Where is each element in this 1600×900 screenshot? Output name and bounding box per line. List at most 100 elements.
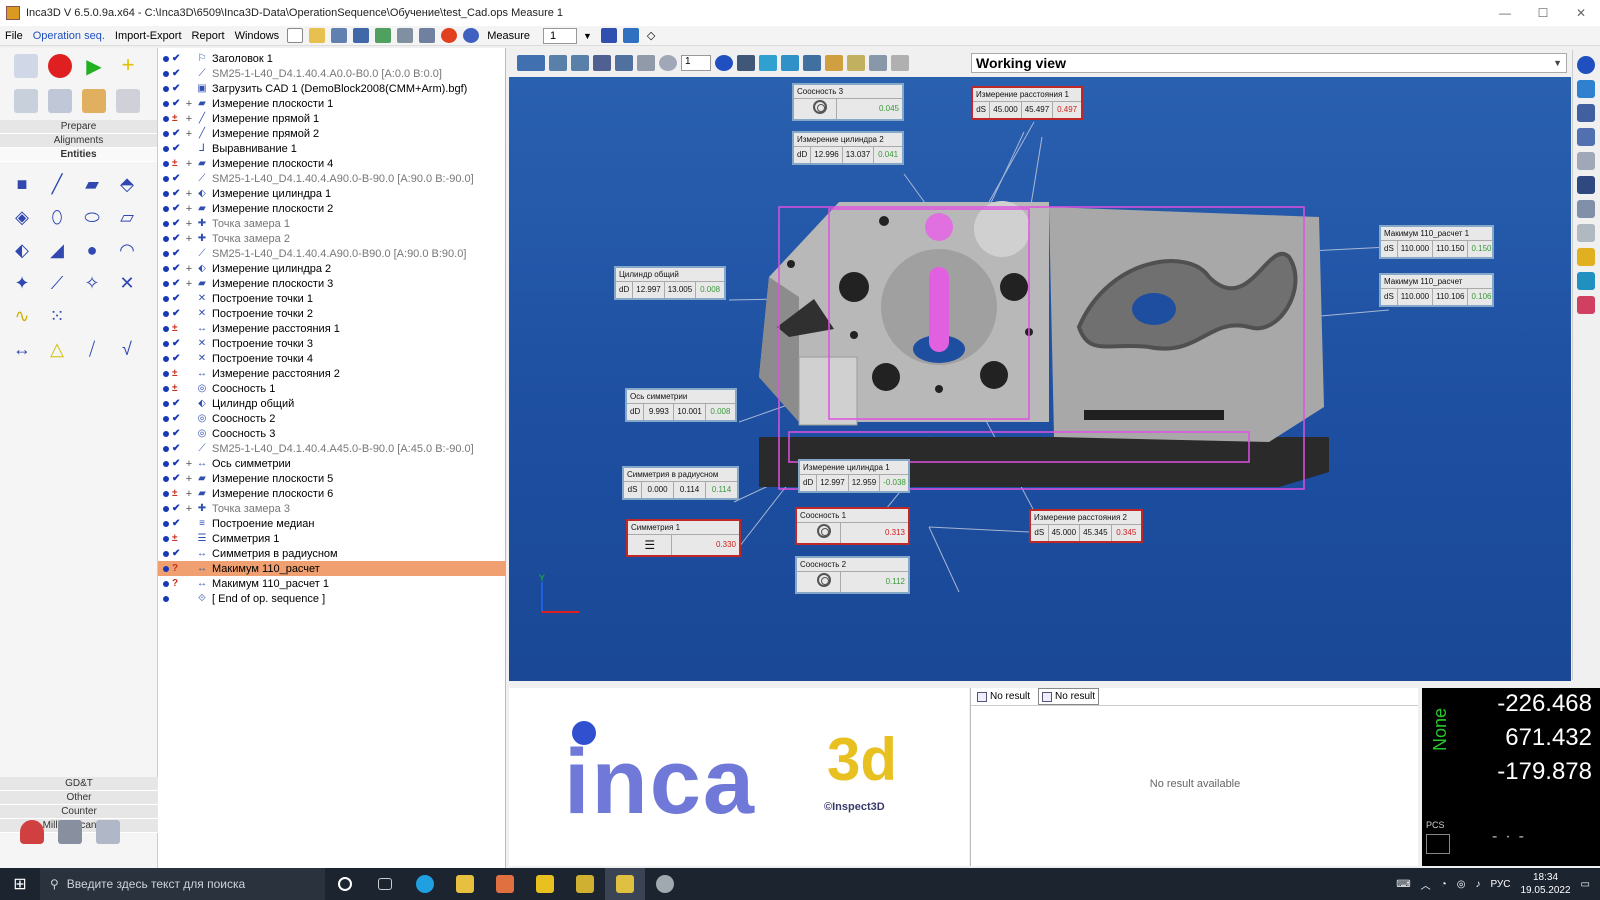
network-icon[interactable]: [1577, 296, 1595, 314]
formula-icon[interactable]: √: [115, 337, 139, 361]
tree-row[interactable]: ✔ ✕ Построение точки 3: [158, 336, 506, 351]
category-other[interactable]: Other: [0, 791, 158, 805]
clock[interactable]: 18:34 19.05.2022: [1520, 871, 1570, 897]
expand-icon[interactable]: +: [182, 98, 196, 110]
measurement-label[interactable]: Соосность 2 0.112: [795, 556, 910, 594]
plane-up-icon[interactable]: ⬘: [115, 172, 139, 196]
cube-icon[interactable]: [1577, 176, 1595, 194]
active-dot-icon[interactable]: [163, 85, 169, 92]
tree-row[interactable]: ✔ + ╱ Измерение прямой 2: [158, 126, 506, 141]
tree-row[interactable]: ? ↔ Макимум 110_расчет: [158, 561, 506, 576]
expand-icon[interactable]: +: [182, 503, 196, 515]
measurement-label[interactable]: Измерение расстояния 2 dS 45.000 45.345 0.34…: [1029, 509, 1143, 543]
tree-row[interactable]: ± + ╱ Измерение прямой 1: [158, 111, 506, 126]
active-dot-icon[interactable]: [163, 445, 169, 452]
active-dot-icon[interactable]: [163, 580, 169, 587]
ellipse-icon[interactable]: ⬯: [45, 205, 69, 229]
tree-row[interactable]: ✔ ✕ Построение точки 1: [158, 291, 506, 306]
move-view-icon[interactable]: [1577, 128, 1595, 146]
tree-row[interactable]: ? ↔ Макимум 110_расчет 1: [158, 576, 506, 591]
chevron-down-icon[interactable]: ▼: [1553, 54, 1562, 72]
measurement-label[interactable]: Соосность 3 0.045: [792, 83, 904, 121]
active-dot-icon[interactable]: [163, 490, 169, 497]
pointer-icon[interactable]: [1577, 224, 1595, 242]
tree-row[interactable]: ✔ ⟋ SM25-1-L40_D4.1.40.4.A90.0-B90.0 [A:90…: [158, 246, 506, 261]
sun-icon[interactable]: [82, 89, 106, 113]
app-icon-3[interactable]: [565, 868, 605, 900]
move-icon[interactable]: [549, 55, 567, 71]
active-dot-icon[interactable]: [163, 415, 169, 422]
tree-row[interactable]: ✔ + ✚ Точка замера 3: [158, 501, 506, 516]
grid-icon[interactable]: [331, 28, 348, 43]
tree-row[interactable]: ± + ▰ Измерение плоскости 6: [158, 486, 506, 501]
active-dot-icon[interactable]: [163, 460, 169, 467]
tree-row[interactable]: ✔ ▣ Загрузить CAD 1 (DemoBlock2008(CMM+Arm…: [158, 81, 506, 96]
user-icon[interactable]: [20, 820, 44, 844]
axes-icon[interactable]: [1577, 104, 1595, 122]
render-icon[interactable]: [847, 55, 865, 71]
cone-icon[interactable]: ◢: [45, 238, 69, 262]
active-dot-icon[interactable]: [163, 70, 169, 77]
tree-row[interactable]: ✔ ⬖ Цилиндр общий: [158, 396, 506, 411]
zoom-field[interactable]: 1: [681, 55, 711, 71]
tree-row[interactable]: ✔ ⟋ SM25-1-L40_D4.1.40.4.A45.0-B-90.0 [A:4…: [158, 441, 506, 456]
record-icon[interactable]: [48, 54, 72, 78]
tree-row[interactable]: ✔ ✕ Построение точки 4: [158, 351, 506, 366]
inca3d-taskbar-icon[interactable]: [605, 868, 645, 900]
results-tab-1[interactable]: No result: [977, 688, 1030, 705]
tree-row[interactable]: ✔ + ⬖ Измерение цилиндра 1: [158, 186, 506, 201]
notifications-icon[interactable]: ▭: [1581, 879, 1590, 890]
menu-import-export[interactable]: Import-Export: [110, 26, 187, 46]
expand-icon[interactable]: +: [182, 113, 196, 125]
forward-icon[interactable]: [715, 55, 733, 71]
parallel-icon[interactable]: ⧸: [80, 337, 104, 361]
active-dot-icon[interactable]: [163, 235, 169, 242]
measurement-label[interactable]: Макимум 110_расчет dS 110.000 110.106 0.106: [1379, 273, 1494, 307]
taskbar-search[interactable]: ⚲ Введите здесь текст для поиска: [40, 868, 325, 900]
category-gdt[interactable]: GD&T: [0, 777, 158, 791]
expand-icon[interactable]: +: [182, 488, 196, 500]
view-top-icon[interactable]: [781, 55, 799, 71]
cross-icon[interactable]: ✕: [115, 271, 139, 295]
torus-icon[interactable]: ◠: [115, 238, 139, 262]
rotate-icon[interactable]: [571, 55, 589, 71]
active-dot-icon[interactable]: [163, 265, 169, 272]
lock-icon[interactable]: [891, 55, 909, 71]
windows-start-icon[interactable]: ⊞: [0, 868, 40, 900]
arrow-right-icon[interactable]: [1577, 80, 1595, 98]
add-measure-icon[interactable]: [622, 28, 639, 43]
coord-grid-icon[interactable]: [1426, 834, 1450, 854]
expand-icon[interactable]: +: [182, 473, 196, 485]
machine-icon[interactable]: [397, 28, 414, 43]
part-model[interactable]: Y: [509, 77, 1571, 681]
intersect-icon[interactable]: ⟋: [45, 271, 69, 295]
active-dot-icon[interactable]: [163, 310, 169, 317]
cursor-icon[interactable]: [1577, 152, 1595, 170]
active-dot-icon[interactable]: [163, 430, 169, 437]
task-view-icon[interactable]: [365, 868, 405, 900]
help-icon[interactable]: [463, 28, 480, 43]
app-icon-1[interactable]: [485, 868, 525, 900]
keyboard-icon[interactable]: ⌨: [1396, 879, 1410, 890]
measurement-label[interactable]: Ось симметрии dD 9.993 10.001 0.008: [625, 388, 737, 422]
tree-row[interactable]: ✔ ⅃ Выравнивание 1: [158, 141, 506, 156]
active-dot-icon[interactable]: [163, 520, 169, 527]
expand-icon[interactable]: +: [182, 233, 196, 245]
expand-icon[interactable]: +: [182, 203, 196, 215]
active-dot-icon[interactable]: [163, 595, 169, 602]
active-dot-icon[interactable]: [163, 280, 169, 287]
tree-row[interactable]: ± ↔ Измерение расстояния 1: [158, 321, 506, 336]
expand-icon[interactable]: +: [182, 218, 196, 230]
point-icon[interactable]: ■: [10, 172, 34, 196]
distance-icon[interactable]: ↔: [10, 337, 34, 361]
view-front-icon[interactable]: [759, 55, 777, 71]
tree-row[interactable]: ✔ ◎ Соосность 2: [158, 411, 506, 426]
active-dot-icon[interactable]: [163, 370, 169, 377]
diamond-icon[interactable]: ◇: [642, 26, 660, 46]
measurement-label[interactable]: Цилиндр общий dD 12.997 13.005 0.008: [614, 266, 726, 300]
active-dot-icon[interactable]: [163, 55, 169, 62]
play-icon[interactable]: ▶: [82, 54, 106, 78]
tree-row[interactable]: ⟐ [ End of op. sequence ]: [158, 591, 506, 606]
triangle-icon[interactable]: △: [45, 337, 69, 361]
tree-row[interactable]: ✔ + ⬖ Измерение цилиндра 2: [158, 261, 506, 276]
